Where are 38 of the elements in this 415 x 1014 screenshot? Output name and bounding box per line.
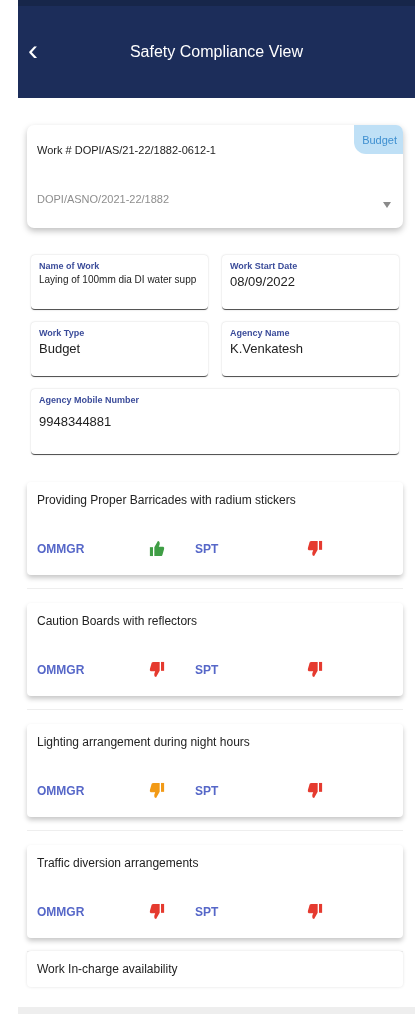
thumbs-up-icon[interactable]: [149, 540, 165, 557]
thumbs-down-icon[interactable]: [149, 661, 165, 678]
checklist-item-title: Caution Boards with reflectors: [37, 614, 199, 628]
field-value: 08/09/2022: [230, 274, 297, 289]
field-value: K.Venkatesh: [230, 341, 304, 356]
thumbs-down-icon[interactable]: [307, 661, 323, 678]
back-button[interactable]: ‹: [28, 35, 38, 69]
reviewer-label: SPT: [195, 662, 220, 677]
checklist-item-title: Traffic diversion arrangements: [37, 856, 200, 870]
checklist-item-title: Providing Proper Barricades with radium stickers: [37, 493, 297, 507]
dropdown-placeholder: DOPI/ASNO/2021-22/1882: [37, 193, 170, 205]
field-value: 9948344881: [39, 414, 113, 429]
thumbs-down-icon[interactable]: [149, 903, 165, 920]
screen-title: Safety Compliance View: [129, 43, 304, 61]
thumbs-down-icon[interactable]: [307, 540, 323, 557]
reviewer-label: SPT: [195, 541, 220, 556]
field-label: Work Type: [39, 328, 86, 338]
checklist-item-title: Lighting arrangement during night hours: [37, 735, 251, 749]
reviewer-label: SPT: [195, 904, 220, 919]
reviewer-label: OMMGR: [37, 783, 86, 798]
reviewer-label: OMMGR: [37, 662, 86, 677]
reviewer-label: SPT: [195, 783, 220, 798]
thumbs-down-icon[interactable]: [149, 782, 165, 799]
work-select-card[interactable]: Work # DOPI/AS/21-22/1882-0612-1 Budget DOPI/ASNO/2021-22/1882: [27, 125, 403, 228]
field-label: Agency Name: [230, 328, 291, 338]
checklist-item-title: Work In-charge availability: [37, 962, 179, 976]
thumbs-down-icon[interactable]: [307, 903, 323, 920]
dropdown-caret-icon: [383, 202, 391, 208]
reviewer-label: OMMGR: [37, 541, 86, 556]
field-label: Work Start Date: [230, 261, 299, 271]
field-value: Laying of 100mm dia DI water supp: [39, 274, 198, 285]
field-value: Budget: [39, 341, 82, 356]
reviewer-label: OMMGR: [37, 904, 86, 919]
field-label: Agency Mobile Number: [39, 395, 140, 405]
thumbs-down-icon[interactable]: [307, 782, 323, 799]
work-type-badge: Budget: [354, 125, 403, 154]
work-number: Work # DOPI/AS/21-22/1882-0612-1: [37, 144, 217, 156]
field-label: Name of Work: [39, 261, 101, 271]
